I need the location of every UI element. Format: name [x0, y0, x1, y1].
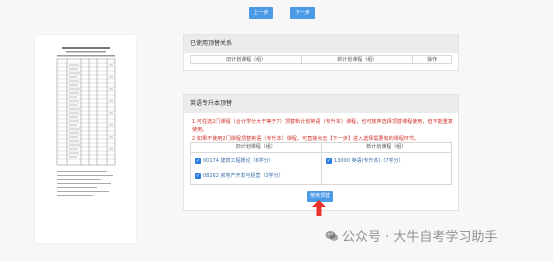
prev-step-button[interactable]: 上一步	[249, 7, 273, 19]
watermark: 公众号 · 大牛自考学习助手	[325, 226, 497, 245]
instruction-notes: 1.可任选2门课程（合计学分大于等于7）顶替新计划英语（专升本）课程，也可放弃选…	[192, 118, 454, 143]
checkbox-checked-icon[interactable]: ✓	[195, 157, 201, 164]
red-arrow-icon	[312, 200, 326, 216]
english-upgrade-title: 英语专升本顶替	[184, 95, 458, 113]
document-table-image	[56, 47, 116, 196]
next-step-button[interactable]: 下一步	[290, 7, 315, 19]
document-preview[interactable]	[35, 35, 136, 243]
old-plan-column-header: 旧计划课程（组）	[191, 143, 322, 152]
old-course-label: 08262 房地产开发与经营（3学分）	[203, 173, 284, 179]
used-replacement-panel: 已使用顶替关系 旧计划课程（组） 新计划课程（组） 操作	[183, 34, 459, 71]
wechat-icon	[325, 230, 339, 241]
used-replacement-title: 已使用顶替关系	[184, 35, 458, 53]
old-course-item[interactable]: ✓ 00174 建筑工程概论（6学分）	[195, 157, 274, 164]
new-course-label: 13000 英语(专升本)（7学分）	[334, 158, 404, 164]
new-plan-column-header: 新计划课程（组）	[366, 144, 407, 150]
checkbox-checked-icon[interactable]: ✓	[326, 157, 332, 164]
old-plan-column-header: 旧计划课程（组）	[191, 56, 303, 63]
column-divider	[321, 153, 322, 185]
replacement-selection-table: 旧计划课程（组） 新计划课程（组） ✓ 00174 建筑工程概论（6学分） ✓ …	[190, 142, 452, 185]
watermark-text: 公众号 · 大牛自考学习助手	[342, 230, 498, 245]
used-replacement-table: 旧计划课程（组） 新计划课程（组） 操作	[190, 55, 452, 64]
old-course-label: 00174 建筑工程概论（6学分）	[203, 158, 274, 164]
page: 上一步 下一步 已使用顶替关系 旧计划课程（组） 新计划课程（组） 操作 英语专…	[0, 0, 553, 261]
instruction-note-1: 1.可任选2门课程（合计学分大于等于7）顶替新计划英语（专升本）课程，也可放弃选…	[192, 119, 453, 134]
old-course-item[interactable]: ✓ 08262 房地产开发与经营（3学分）	[195, 172, 284, 179]
new-plan-column-header: 新计划课程（组）	[302, 56, 414, 63]
action-column-header: 操作	[427, 57, 438, 63]
new-course-item[interactable]: ✓ 13000 英语(专升本)（7学分）	[326, 157, 404, 164]
checkbox-checked-icon[interactable]: ✓	[195, 172, 201, 179]
